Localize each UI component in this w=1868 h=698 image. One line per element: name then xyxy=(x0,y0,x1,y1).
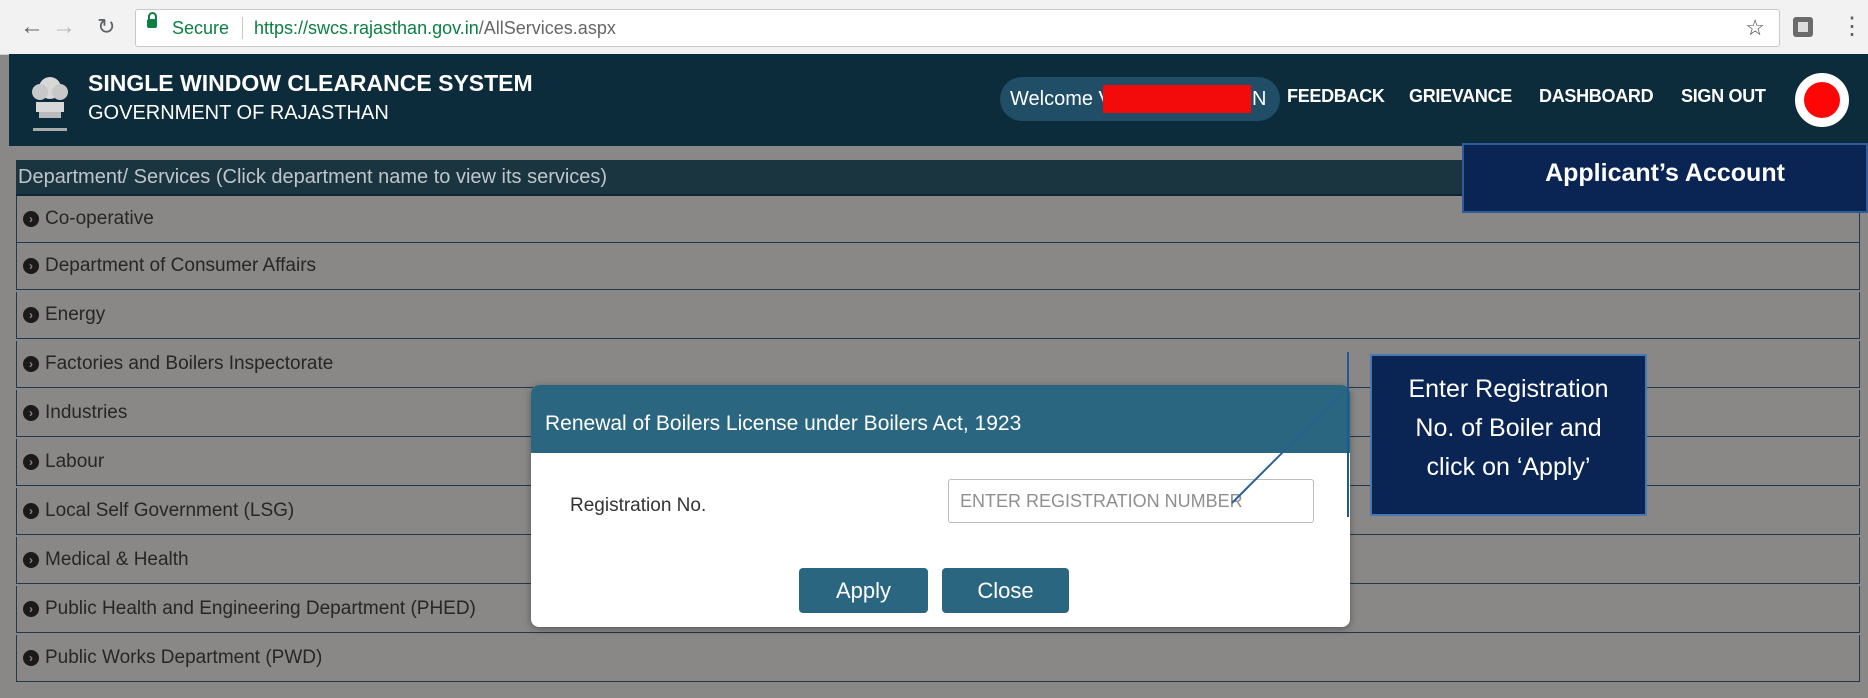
apply-button[interactable]: Apply xyxy=(799,568,928,613)
site-subtitle: GOVERNMENT OF RAJASTHAN xyxy=(88,102,389,124)
url-text[interactable]: https://swcs.rajasthan.gov.in/AllService… xyxy=(254,10,616,46)
callout-line-3: click on ‘Apply’ xyxy=(1426,453,1591,481)
site-title: SINGLE WINDOW CLEARANCE SYSTEM xyxy=(88,70,533,96)
department-label: Factories and Boilers Inspectorate xyxy=(45,353,334,374)
department-label: Department of Consumer Affairs xyxy=(45,255,317,276)
applicant-account-tag: Applicant’s Account xyxy=(1462,143,1868,213)
department-row[interactable]: › Department of Consumer Affairs xyxy=(16,243,1860,290)
department-label: Industries xyxy=(45,402,128,423)
address-bar[interactable]: Secure https://swcs.rajasthan.gov.in/All… xyxy=(135,9,1780,47)
department-label: Public Works Department (PWD) xyxy=(45,647,323,668)
department-label: Labour xyxy=(45,451,105,472)
modal-header: Renewal of Boilers License under Boilers… xyxy=(531,385,1350,453)
chevron-right-icon: › xyxy=(23,405,39,421)
nav-grievance[interactable]: GRIEVANCE xyxy=(1409,86,1512,107)
nav-dashboard[interactable]: DASHBOARD xyxy=(1539,86,1654,107)
callout-line-2: No. of Boiler and xyxy=(1415,414,1602,442)
chevron-right-icon: › xyxy=(23,211,39,227)
back-arrow-icon[interactable]: ← xyxy=(20,12,44,42)
chevron-right-icon: › xyxy=(23,552,39,568)
lock-icon xyxy=(147,12,157,28)
browser-toolbar: ← → ↻ Secure https://swcs.rajasthan.gov.… xyxy=(0,0,1868,55)
chevron-right-icon: › xyxy=(23,454,39,470)
nav-feedback[interactable]: FEEDBACK xyxy=(1287,86,1385,107)
welcome-pill[interactable]: Welcome V N xyxy=(1000,77,1280,121)
renewal-modal: Renewal of Boilers License under Boilers… xyxy=(531,385,1350,627)
callout-bar xyxy=(1347,352,1349,517)
panel-heading-text: Department/ Services (Click department n… xyxy=(18,166,608,188)
nav-sign-out[interactable]: SIGN OUT xyxy=(1681,86,1766,107)
department-label: Energy xyxy=(45,304,106,325)
department-label: Local Self Government (LSG) xyxy=(45,500,295,521)
registration-label: Registration No. xyxy=(570,495,707,516)
bookmark-star-icon[interactable]: ☆ xyxy=(1745,10,1765,46)
registration-number-input[interactable] xyxy=(948,479,1314,523)
avatar[interactable] xyxy=(1795,73,1849,127)
department-row[interactable]: › Energy xyxy=(16,292,1860,339)
url-path: /AllServices.aspx xyxy=(478,18,616,38)
department-label: Medical & Health xyxy=(45,549,189,570)
menu-kebab-icon[interactable]: ⋮ xyxy=(1840,12,1864,41)
welcome-text: Welcome V xyxy=(1010,88,1112,110)
extension-icon[interactable] xyxy=(1793,17,1813,37)
forward-arrow-icon[interactable]: → xyxy=(52,12,76,42)
welcome-suffix: N xyxy=(1252,88,1267,110)
instruction-callout: Enter Registration No. of Boiler and cli… xyxy=(1370,354,1647,516)
chevron-right-icon: › xyxy=(23,601,39,617)
department-row[interactable]: › Public Works Department (PWD) xyxy=(16,635,1860,682)
department-label: Public Health and Engineering Department… xyxy=(45,598,476,619)
callout-line-1: Enter Registration xyxy=(1408,375,1609,403)
state-emblem-logo xyxy=(32,77,68,131)
chevron-right-icon: › xyxy=(23,650,39,666)
chevron-right-icon: › xyxy=(23,307,39,323)
modal-title: Renewal of Boilers License under Boilers… xyxy=(545,412,1022,435)
close-button[interactable]: Close xyxy=(942,568,1069,613)
secure-label: Secure xyxy=(172,18,230,38)
chevron-right-icon: › xyxy=(23,258,39,274)
site-header: SINGLE WINDOW CLEARANCE SYSTEM GOVERNMEN… xyxy=(9,54,1868,146)
reload-icon[interactable]: ↻ xyxy=(97,12,115,42)
department-label: Co-operative xyxy=(45,208,154,229)
url-host: https://swcs.rajasthan.gov.in xyxy=(254,18,479,38)
redacted-username xyxy=(1103,85,1251,113)
address-divider xyxy=(242,17,243,39)
chevron-right-icon: › xyxy=(23,356,39,372)
chevron-right-icon: › xyxy=(23,503,39,519)
